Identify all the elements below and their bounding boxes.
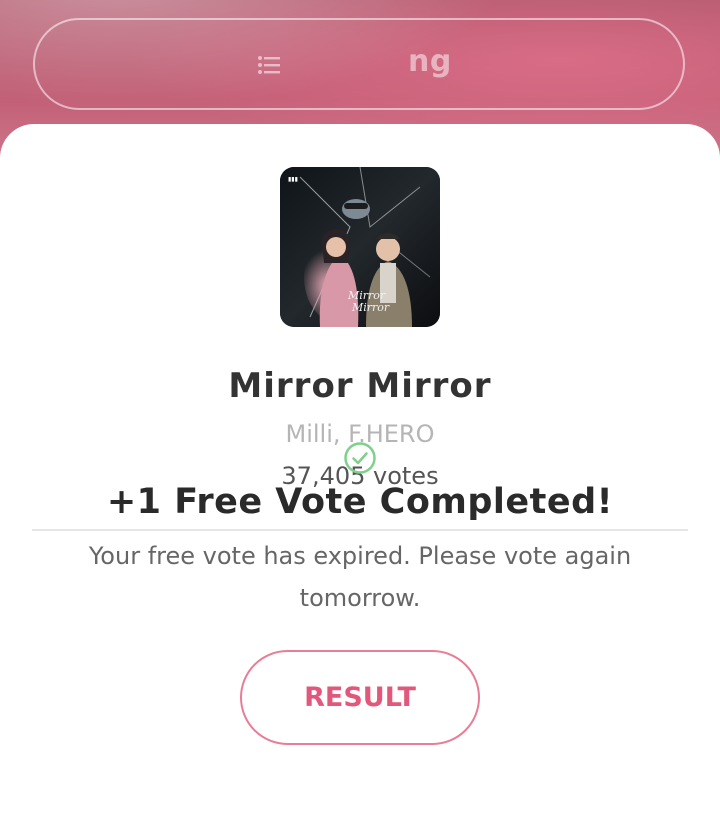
backdrop-ranking-button — [33, 18, 685, 110]
list-icon — [258, 56, 280, 74]
check-circle-icon — [344, 442, 376, 474]
backdrop-button-label: ng — [408, 44, 452, 79]
divider — [32, 529, 688, 531]
song-title: Mirror Mirror — [228, 366, 492, 406]
vote-completed-title: +1 Free Vote Completed! — [106, 482, 614, 522]
album-cover-image: ▮▮▮ Mirror Mirror — [280, 167, 440, 327]
result-button[interactable]: RESULT — [240, 650, 480, 745]
svg-text:▮▮▮: ▮▮▮ — [288, 176, 298, 183]
vote-expired-message: Your free vote has expired. Please vote … — [88, 542, 632, 612]
svg-text:Mirror: Mirror — [351, 301, 390, 314]
